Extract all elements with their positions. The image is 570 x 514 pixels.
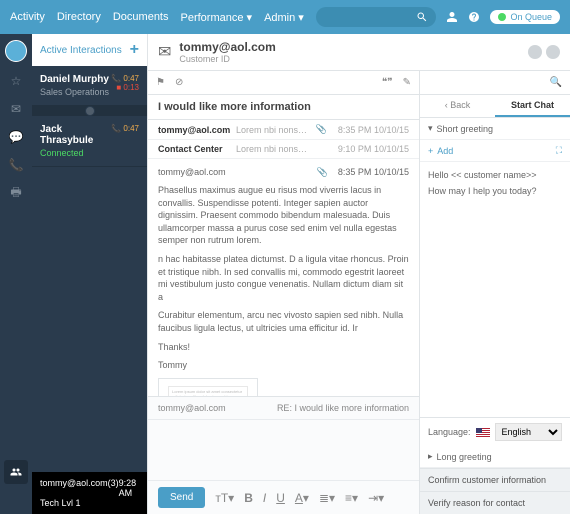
add-link[interactable]: + Add⛶ (420, 140, 570, 162)
email-row[interactable]: Contact Center Lorem nbi nonsepittus… 9:… (148, 140, 419, 159)
left-rail: ☆ ✉ 💬 📞 🖶 (0, 34, 32, 514)
on-queue-toggle[interactable]: On Queue (490, 10, 560, 24)
bullets-icon[interactable]: ≣▾ (319, 491, 335, 505)
rail-phone-icon[interactable]: 📞 (7, 156, 25, 174)
rail-inbox-icon[interactable]: ✉ (7, 100, 25, 118)
interaction-item[interactable]: 📞 0:47■ 0:13 Daniel Murphy Sales Operati… (32, 66, 147, 106)
script-help: How may I help you today? (428, 186, 562, 196)
rail-chat-icon[interactable]: 💬 (7, 128, 25, 146)
rail-print-icon[interactable]: 🖶 (7, 184, 25, 202)
top-bar: Activity Directory Documents Performance… (0, 0, 570, 34)
expand-icon[interactable]: ⛶ (556, 145, 562, 156)
rail-people-icon[interactable] (4, 460, 28, 484)
email-panel: ⚑ ⊘ ❝❞ ✎ I would like more information t… (148, 71, 420, 514)
short-greeting-row[interactable]: ▾ Short greeting (420, 118, 570, 140)
attachment-icon: 📎 (316, 124, 330, 135)
verify-reason-action[interactable]: Verify reason for contact (420, 491, 570, 514)
help-icon[interactable] (468, 11, 480, 23)
search-icon[interactable]: 🔍 (550, 77, 562, 88)
us-flag-icon (476, 428, 490, 437)
align-icon[interactable]: ≡▾ (345, 491, 358, 505)
flag-icon[interactable]: ⚑ (156, 77, 165, 88)
send-button[interactable]: Send (158, 487, 205, 508)
reply-to: tommy@aol.com (158, 403, 226, 413)
rail-star-icon[interactable]: ☆ (7, 72, 25, 90)
underline-icon[interactable]: U (276, 491, 285, 505)
interactions-panel: Active Interactions + 📞 0:47■ 0:13 Danie… (32, 34, 147, 514)
email-open: tommy@aol.com📎8:35 PM 10/10/15 Phasellus… (148, 159, 419, 396)
interaction-item[interactable]: 📞 0:47 Jack Thrasybule Connected (32, 116, 147, 167)
top-nav: Activity Directory Documents Performance… (10, 11, 304, 24)
user-avatar[interactable] (5, 40, 27, 62)
block-icon[interactable]: ⊘ (175, 77, 183, 88)
nav-activity[interactable]: Activity (10, 11, 45, 23)
nav-performance[interactable]: Performance ▾ (181, 11, 253, 24)
nav-directory[interactable]: Directory (57, 11, 101, 23)
email-subject: I would like more information (148, 95, 419, 120)
bold-icon[interactable]: B (244, 491, 253, 505)
script-panel: 🔍 ‹ Back Start Chat ▾ Short greeting + A… (420, 71, 570, 514)
mail-icon: ✉ (158, 42, 171, 62)
quote-icon[interactable]: ❝❞ (382, 77, 393, 88)
reply-subject: RE: I would like more information (277, 403, 409, 413)
start-chat-tab[interactable]: Start Chat (495, 95, 570, 117)
long-greeting-row[interactable]: ▸ Long greeting (420, 446, 570, 468)
reply-body[interactable] (148, 420, 419, 480)
header-action-1[interactable] (528, 45, 542, 59)
back-tab[interactable]: ‹ Back (420, 95, 495, 117)
email-row[interactable]: tommy@aol.com Lorem nbi nonsepittus… 📎 8… (148, 120, 419, 140)
interactions-title: Active Interactions (40, 45, 122, 56)
email-attachment[interactable]: Lorem ipsum dolor sit amet consectetur a… (158, 378, 258, 396)
person-icon[interactable] (446, 11, 458, 23)
queue-item[interactable]: tommy@aol.com(3)9:28 AM Tech Lvl 1 (32, 472, 147, 514)
compose-icon[interactable]: ✎ (403, 77, 411, 88)
text-color-icon[interactable]: A▾ (295, 491, 309, 505)
indent-icon[interactable]: ⇥▾ (368, 491, 384, 505)
customer-header: ✉ tommy@aol.com Customer ID (148, 34, 570, 71)
customer-id-label: Customer ID (179, 54, 275, 64)
customer-email: tommy@aol.com (179, 40, 275, 54)
font-size-icon[interactable]: тT▾ (215, 491, 234, 505)
nav-documents[interactable]: Documents (113, 11, 169, 23)
nav-admin[interactable]: Admin ▾ (264, 11, 304, 24)
add-interaction-button[interactable]: + (130, 41, 139, 59)
attachment-icon[interactable]: 📎 (317, 167, 328, 177)
header-action-2[interactable] (546, 45, 560, 59)
global-search[interactable] (316, 7, 436, 27)
italic-icon[interactable]: I (263, 491, 266, 505)
language-row: Language: English (420, 417, 570, 446)
search-icon (416, 11, 428, 23)
language-select[interactable]: English (495, 423, 562, 441)
reply-panel: tommy@aol.com RE: I would like more info… (148, 396, 419, 514)
script-greeting: Hello << customer name>> (428, 170, 562, 180)
confirm-customer-action[interactable]: Confirm customer information (420, 468, 570, 491)
